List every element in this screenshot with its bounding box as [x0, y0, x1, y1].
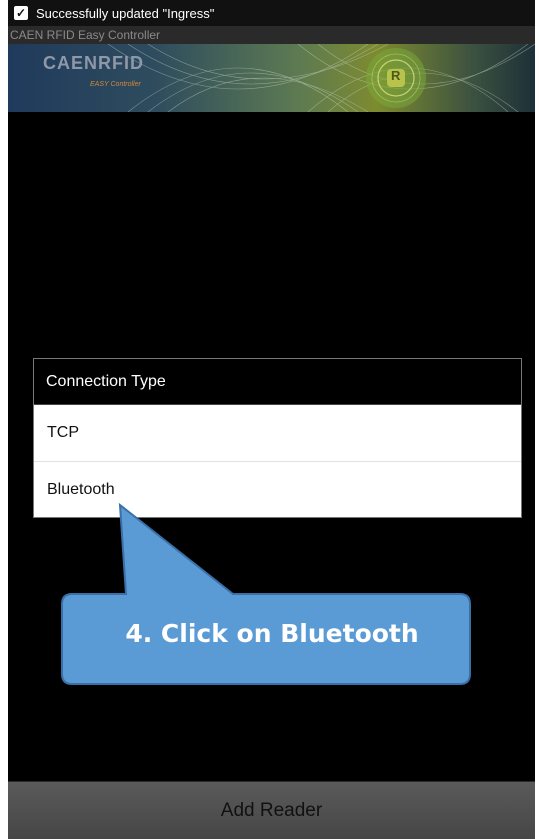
checkbox-icon: ✓ [14, 6, 28, 20]
add-reader-button[interactable]: Add Reader [8, 781, 535, 839]
rfid-badge-icon: R [391, 68, 401, 83]
add-reader-label: Add Reader [220, 799, 323, 821]
notification-text: Successfully updated "Ingress" [36, 5, 215, 21]
option-tcp[interactable]: TCP [34, 405, 521, 461]
callout-text: 4. Click on Bluetooth [125, 618, 419, 648]
app-title: CAEN RFID Easy Controller [10, 28, 161, 42]
caen-logo: CAENRFID [43, 53, 144, 73]
app-banner: CAENRFID EASY Controller R [8, 44, 535, 112]
option-label: TCP [47, 424, 79, 441]
option-bluetooth[interactable]: Bluetooth [34, 461, 521, 517]
app-screen: ✓ Successfully updated "Ingress" CAEN RF… [8, 0, 535, 839]
banner-subtitle: EASY Controller [90, 81, 141, 88]
app-title-bar: CAEN RFID Easy Controller [8, 26, 535, 44]
connection-type-dialog: Connection Type TCP Bluetooth [33, 358, 522, 518]
status-bar: ✓ Successfully updated "Ingress" [8, 0, 535, 26]
option-label: Bluetooth [47, 480, 115, 498]
dialog-title: Connection Type [34, 359, 521, 405]
